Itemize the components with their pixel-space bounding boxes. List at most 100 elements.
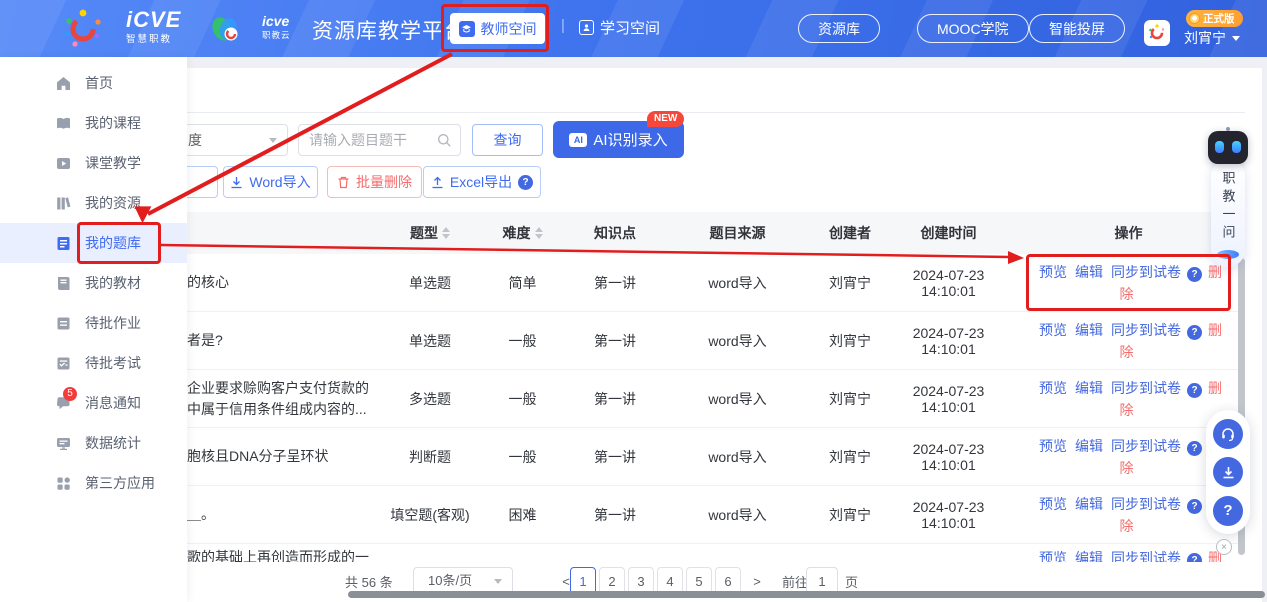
- medal-icon: [1189, 13, 1200, 24]
- sidebar-item-label: 消息通知: [85, 393, 141, 413]
- search-icon: [437, 133, 452, 148]
- row-type: 单选题: [385, 331, 475, 351]
- preview-link[interactable]: 预览: [1039, 496, 1067, 512]
- col-difficulty-header: 难度: [475, 223, 570, 243]
- teacher-space-label: 教师空间: [481, 19, 537, 39]
- homework-icon: [55, 315, 72, 332]
- support-button[interactable]: [1213, 419, 1243, 449]
- sync-link[interactable]: 同步到试卷: [1111, 496, 1181, 512]
- sidebar-item-classroom[interactable]: 课堂教学: [0, 143, 187, 183]
- teacher-space-tab[interactable]: 教师空间: [450, 13, 545, 44]
- sync-help-icon[interactable]: ?: [1187, 383, 1202, 398]
- sync-link[interactable]: 同步到试卷: [1111, 380, 1181, 396]
- row-type: 单选题: [385, 273, 475, 293]
- preview-link[interactable]: 预览: [1039, 380, 1067, 396]
- sidebar-item-home[interactable]: 首页: [0, 63, 187, 103]
- row-knowledge: 第一讲: [570, 447, 660, 467]
- goto-label: 前往: [782, 572, 808, 591]
- page: 度 查询 AI AI识别录入 NEW Word导入 批量删除 E: [0, 0, 1267, 602]
- sidebar-item-textbooks[interactable]: 我的教材: [0, 263, 187, 303]
- preview-link[interactable]: 预览: [1039, 322, 1067, 338]
- qa-assistant-widget[interactable]: 职教一问: [1206, 131, 1250, 267]
- sort-type-icon[interactable]: [442, 227, 450, 239]
- pagination-total: 共 56 条: [345, 572, 393, 591]
- sidebar-item-label: 我的题库: [85, 233, 141, 253]
- download-icon: [230, 176, 243, 189]
- word-import-label: Word导入: [249, 172, 310, 192]
- row-type: 填空题(客观): [385, 505, 475, 525]
- sidebar-item-resources[interactable]: 我的资源: [0, 183, 187, 223]
- sidebar-item-label: 数据统计: [85, 433, 141, 453]
- sync-link[interactable]: 同步到试卷: [1111, 264, 1181, 280]
- sidebar-item-pending-homework[interactable]: 待批作业: [0, 303, 187, 343]
- brand-zhijiaoyun: icve 职教云: [262, 14, 291, 40]
- sync-help-icon[interactable]: ?: [1187, 441, 1202, 456]
- excel-export-button[interactable]: Excel导出 ?: [423, 166, 541, 198]
- student-space-tab[interactable]: 学习空间: [579, 17, 660, 38]
- sync-link[interactable]: 同步到试卷: [1111, 438, 1181, 454]
- sync-link[interactable]: 同步到试卷: [1111, 322, 1181, 338]
- row-created: 2024-07-23 14:10:01: [885, 325, 1012, 357]
- edit-link[interactable]: 编辑: [1075, 264, 1103, 280]
- teacher-space-icon: [459, 21, 475, 37]
- horizontal-scrollbar[interactable]: [348, 591, 1265, 598]
- close-icon[interactable]: ×: [1216, 539, 1232, 555]
- batch-delete-button[interactable]: 批量删除: [327, 166, 422, 198]
- sync-help-icon[interactable]: ?: [1187, 325, 1202, 340]
- sidebar-item-courses[interactable]: 我的课程: [0, 103, 187, 143]
- row-knowledge: 第一讲: [570, 331, 660, 351]
- col-type-label: 题型: [410, 223, 438, 243]
- table-row: 的核心 单选题 简单 第一讲 word导入 刘宵宁 2024-07-23 14:…: [187, 254, 1245, 312]
- download-center-button[interactable]: [1213, 457, 1243, 487]
- smart-cast-button[interactable]: 智能投屏: [1029, 14, 1125, 43]
- platform-title: 资源库教学平台: [312, 15, 466, 45]
- sidebar-item-label: 课堂教学: [85, 153, 141, 173]
- row-knowledge: 第一讲: [570, 505, 660, 525]
- sidebar-item-pending-exams[interactable]: 待批考试: [0, 343, 187, 383]
- floating-toolbar: ?: [1206, 410, 1250, 534]
- trash-icon: [337, 176, 350, 189]
- table-header: 题型 难度 知识点 题目来源 创建者 创建时间 操作: [187, 212, 1245, 254]
- excel-help-icon[interactable]: ?: [518, 175, 533, 190]
- resource-library-button[interactable]: 资源库: [798, 14, 880, 43]
- row-difficulty: 简单: [475, 273, 570, 293]
- sidebar-item-statistics[interactable]: 数据统计: [0, 423, 187, 463]
- sync-help-icon[interactable]: ?: [1187, 499, 1202, 514]
- difficulty-select-value: 度: [188, 132, 202, 148]
- edit-link[interactable]: 编辑: [1075, 438, 1103, 454]
- nav-separator: |: [561, 17, 565, 34]
- student-space-label: 学习空间: [600, 17, 660, 38]
- user-menu[interactable]: 刘宵宁: [1184, 28, 1240, 48]
- edit-link[interactable]: 编辑: [1075, 380, 1103, 396]
- row-stem: 胞核且DNA分子呈环状: [187, 446, 385, 467]
- col-created-label: 创建时间: [921, 223, 977, 243]
- row-source: word导入: [660, 331, 815, 351]
- edit-link[interactable]: 编辑: [1075, 322, 1103, 338]
- col-difficulty-label: 难度: [503, 223, 531, 243]
- row-difficulty: 一般: [475, 389, 570, 409]
- row-created: 2024-07-23 14:10:01: [885, 499, 1012, 531]
- search-input[interactable]: [309, 125, 432, 155]
- sidebar-item-question-bank[interactable]: 我的题库: [0, 223, 187, 263]
- chevron-down-icon: [494, 579, 502, 584]
- sidebar-item-label: 我的资源: [85, 193, 141, 213]
- avatar[interactable]: [1144, 20, 1170, 46]
- sidebar-item-label: 我的课程: [85, 113, 141, 133]
- query-button[interactable]: 查询: [472, 124, 543, 156]
- preview-link[interactable]: 预览: [1039, 264, 1067, 280]
- word-import-button[interactable]: Word导入: [223, 166, 318, 198]
- mooc-college-button[interactable]: MOOC学院: [917, 14, 1029, 43]
- sidebar-item-notifications[interactable]: 5 消息通知: [0, 383, 187, 423]
- edit-link[interactable]: 编辑: [1075, 496, 1103, 512]
- help-button[interactable]: ?: [1213, 496, 1243, 526]
- sort-difficulty-icon[interactable]: [535, 227, 543, 239]
- brand-subtitle: 智慧职教: [126, 35, 181, 45]
- sidebar-item-label: 第三方应用: [85, 473, 155, 493]
- row-creator: 刘宵宁: [815, 389, 885, 409]
- sidebar-item-label: 待批作业: [85, 313, 141, 333]
- brand-title: icve: [262, 14, 291, 28]
- preview-link[interactable]: 预览: [1039, 438, 1067, 454]
- sidebar-item-third-party[interactable]: 第三方应用: [0, 463, 187, 503]
- sync-help-icon[interactable]: ?: [1187, 267, 1202, 282]
- notification-badge: 5: [63, 387, 77, 401]
